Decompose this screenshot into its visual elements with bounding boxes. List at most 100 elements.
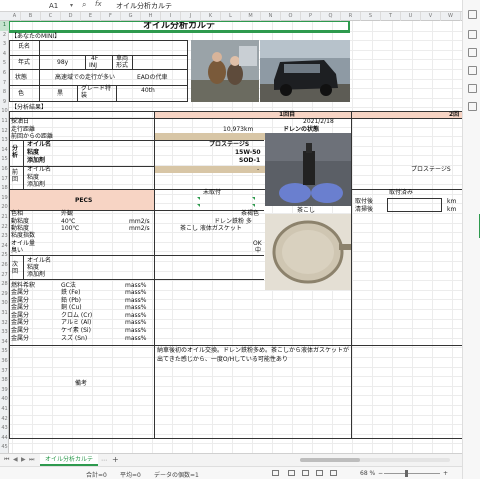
row-header-cell[interactable]: 27 xyxy=(0,271,9,281)
row-header-cell[interactable]: 42 xyxy=(0,415,9,425)
column-header-cell[interactable]: H xyxy=(141,12,161,21)
row-header-cell[interactable]: 43 xyxy=(0,424,9,434)
zoom-in-icon[interactable]: + xyxy=(443,470,448,477)
row-header-cell[interactable]: 34 xyxy=(0,338,9,348)
row-header-cell[interactable]: 15 xyxy=(0,155,9,165)
select-icon[interactable] xyxy=(468,48,477,57)
row-header-cell[interactable]: 31 xyxy=(0,309,9,319)
row-header-cell[interactable]: 25 xyxy=(0,251,9,261)
after-taken-input[interactable] xyxy=(387,198,442,212)
row-header-cell[interactable]: 26 xyxy=(0,261,9,271)
formula-input[interactable]: オイル分析カルテ xyxy=(116,1,172,11)
row-header-cell[interactable]: 18 xyxy=(0,184,9,194)
column-header-cell[interactable]: D xyxy=(61,12,81,21)
column-header-cell[interactable]: V xyxy=(421,12,441,21)
row-header-cell[interactable]: 44 xyxy=(0,434,9,444)
strainer-photo[interactable] xyxy=(265,214,351,290)
column-header-cell[interactable]: O xyxy=(281,12,301,21)
row-header-cell[interactable]: 41 xyxy=(0,405,9,415)
page-break-icon[interactable] xyxy=(316,470,323,476)
row-header-cell[interactable]: 28 xyxy=(0,280,9,290)
eye-icon[interactable] xyxy=(272,470,279,476)
owner-photo[interactable] xyxy=(191,40,259,102)
row-header-cell[interactable]: 22 xyxy=(0,223,9,233)
sheet-tab[interactable]: オイル分析カルテ xyxy=(40,454,98,466)
row-header-cell[interactable]: 39 xyxy=(0,386,9,396)
row-header-cell[interactable]: 9 xyxy=(0,98,9,108)
row-header-cell[interactable]: 33 xyxy=(0,328,9,338)
zoom-slider-knob[interactable] xyxy=(405,470,408,477)
row-header-cell[interactable]: 17 xyxy=(0,175,9,185)
drain-photo[interactable] xyxy=(265,133,351,206)
normal-view-icon[interactable] xyxy=(288,470,295,476)
last-sheet-icon[interactable]: ⏭ xyxy=(29,456,34,464)
chevron-down-icon[interactable]: ▾ xyxy=(70,2,73,9)
row-header-cell[interactable]: 7 xyxy=(0,79,9,89)
column-header-cell[interactable]: L xyxy=(221,12,241,21)
horizontal-scrollbar[interactable] xyxy=(300,458,450,462)
column-header-cell[interactable]: Q xyxy=(321,12,341,21)
column-header-cell[interactable]: A xyxy=(9,12,21,21)
row-header-cell[interactable]: 8 xyxy=(0,88,9,98)
row-header-cell[interactable]: 16 xyxy=(0,165,9,175)
row-header-cell[interactable]: 1 xyxy=(0,21,9,31)
column-header-cell[interactable]: F xyxy=(101,12,121,21)
row-header-cell[interactable]: 24 xyxy=(0,242,9,252)
zoom-out-icon[interactable]: − xyxy=(378,470,383,477)
row-header-cell[interactable]: 12 xyxy=(0,127,9,137)
column-header-cell[interactable]: E xyxy=(81,12,101,21)
column-header-cell[interactable]: I xyxy=(161,12,181,21)
column-header-cell[interactable]: B xyxy=(21,12,41,21)
remarks-text[interactable]: 納車後初のオイル交換。ドレン鉄粉多め。茶こしから液体ガスケットが出てきた感じから… xyxy=(157,346,349,364)
name-box[interactable]: A1 xyxy=(1,1,67,11)
prev-sheet-icon[interactable]: ◀ xyxy=(13,456,18,463)
zoom-slider[interactable] xyxy=(384,473,440,474)
style-icon[interactable] xyxy=(468,30,477,39)
row-header-cell[interactable]: 35 xyxy=(0,347,9,357)
row-header-cell[interactable]: 32 xyxy=(0,319,9,329)
tools-icon[interactable] xyxy=(468,102,477,111)
shape-icon[interactable] xyxy=(468,66,477,75)
row-header-cell[interactable]: 14 xyxy=(0,146,9,156)
car-photo[interactable] xyxy=(260,40,350,102)
row-header-cell[interactable]: 3 xyxy=(0,40,9,50)
row-header-cell[interactable]: 19 xyxy=(0,194,9,204)
row-header-cell[interactable]: 30 xyxy=(0,299,9,309)
column-header-cell[interactable]: K xyxy=(201,12,221,21)
row-header-cell[interactable]: 23 xyxy=(0,232,9,242)
magnifier-icon[interactable]: ⌕ xyxy=(82,0,86,10)
backup-icon[interactable] xyxy=(468,84,477,93)
row-header-cell[interactable]: 2 xyxy=(0,31,9,41)
column-header-cell[interactable]: C xyxy=(41,12,61,21)
column-header-cell[interactable]: N xyxy=(261,12,281,21)
row-header-cell[interactable]: 38 xyxy=(0,376,9,386)
row-header-cell[interactable]: 20 xyxy=(0,203,9,213)
row-header-cell[interactable]: 36 xyxy=(0,357,9,367)
row-header-cell[interactable]: 11 xyxy=(0,117,9,127)
function-icon[interactable]: fx xyxy=(95,0,102,8)
row-header-cell[interactable]: 37 xyxy=(0,367,9,377)
row-header-cell[interactable]: 40 xyxy=(0,395,9,405)
column-header-cell[interactable]: M xyxy=(241,12,261,21)
add-sheet-icon[interactable]: + xyxy=(112,455,119,464)
page-layout-icon[interactable] xyxy=(302,470,309,476)
column-header-cell[interactable]: G xyxy=(121,12,141,21)
column-header-cell[interactable]: W xyxy=(441,12,461,21)
reading-mode-icon[interactable] xyxy=(330,470,337,476)
column-header-cell[interactable]: R xyxy=(341,12,361,21)
column-header-cell[interactable]: J xyxy=(181,12,201,21)
row-header-cell[interactable]: 29 xyxy=(0,290,9,300)
next-sheet-icon[interactable]: ▶ xyxy=(21,456,26,463)
zoom-level[interactable]: 68 % xyxy=(360,470,375,477)
column-header-cell[interactable]: P xyxy=(301,12,321,21)
sheet-grid[interactable]: オイル分析カルテ 【あなたのMINI】 氏名 年式 98y 4F INJ 車両形… xyxy=(9,21,462,453)
column-header-cell[interactable]: T xyxy=(381,12,401,21)
scrollbar-thumb[interactable] xyxy=(300,458,360,462)
column-header-cell[interactable]: U xyxy=(401,12,421,21)
properties-icon[interactable] xyxy=(468,10,477,19)
row-header-cell[interactable]: 4 xyxy=(0,50,9,60)
row-header-cell[interactable]: 5 xyxy=(0,59,9,69)
row-header-cell[interactable]: 6 xyxy=(0,69,9,79)
row-header-cell[interactable]: 10 xyxy=(0,107,9,117)
first-sheet-icon[interactable]: ⏮ xyxy=(4,456,9,464)
